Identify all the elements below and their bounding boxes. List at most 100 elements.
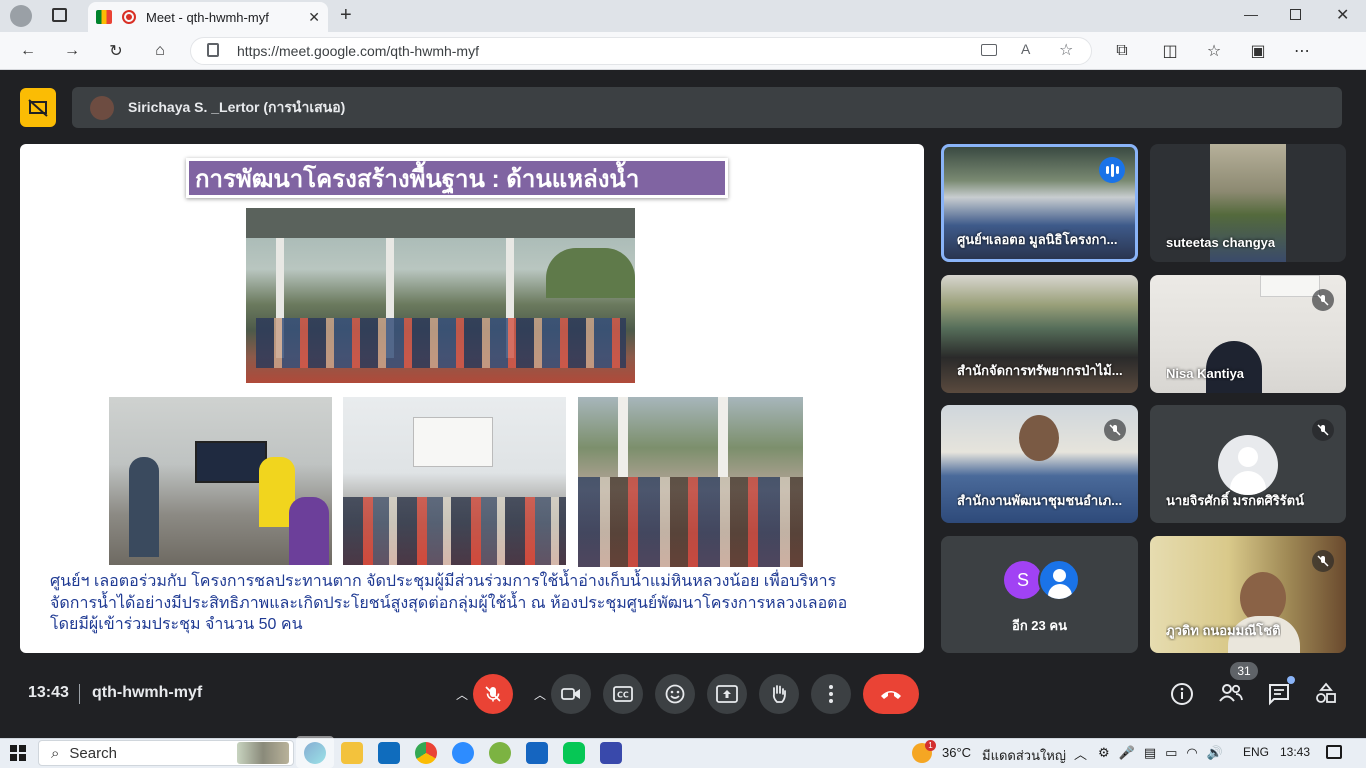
mic-off-icon xyxy=(1312,289,1334,311)
more-participants-tile[interactable]: S อีก 23 คน xyxy=(941,536,1138,653)
slide-photo-outdoor-group xyxy=(578,397,803,567)
minimize-button[interactable]: — xyxy=(1244,6,1258,22)
participant-name: suteetas changya xyxy=(1166,235,1276,250)
presentation-slide: การพัฒนาโครงสร้างพื้นฐาน : ด้านแหล่งน้ำ … xyxy=(20,144,924,653)
taskbar-search-box[interactable]: ⌕ Search xyxy=(38,740,294,766)
slide-photo-group-meeting xyxy=(246,208,635,383)
participant-name: สำนักงานพัฒนาชุมชนอำเภ... xyxy=(957,493,1123,508)
meet-logo-icon xyxy=(96,10,112,24)
mic-off-icon xyxy=(1312,419,1334,441)
participant-name: สำนักจัดการทรัพยากรป่าไม้... xyxy=(957,363,1123,378)
video-options-chevron-up-icon[interactable]: ︿ xyxy=(529,683,551,705)
more-participants-label: อีก 23 คน xyxy=(1012,618,1067,633)
slide-title: การพัฒนาโครงสร้างพื้นฐาน : ด้านแหล่งน้ำ xyxy=(195,165,640,193)
mail-icon[interactable] xyxy=(378,742,400,764)
taskbar-clock[interactable]: 13:43 xyxy=(1280,745,1310,759)
audio-options-chevron-up-icon[interactable]: ︿ xyxy=(451,683,473,705)
language-indicator[interactable]: ENG xyxy=(1243,745,1269,759)
home-icon[interactable]: ⌂ xyxy=(146,37,174,65)
participant-tile[interactable]: ศูนย์ฯเลอตอ มูลนิธิโครงกา... xyxy=(941,144,1138,262)
close-window-button[interactable]: ✕ xyxy=(1336,5,1349,25)
participant-avatar: S xyxy=(1004,561,1042,599)
meeting-info-icon[interactable] xyxy=(1170,682,1194,706)
participant-tile[interactable]: สำนักจัดการทรัพยากรป่าไม้... xyxy=(941,275,1138,393)
caption-line-3: โดยมีผู้เข้าร่วมประชุม จำนวน 50 คน xyxy=(50,616,303,633)
tab-title: Meet - qth-hwmh-myf xyxy=(146,9,269,25)
camera-toggle-button[interactable] xyxy=(551,674,591,714)
extensions-icon[interactable]: ⧉ xyxy=(1108,37,1136,65)
favorites-icon[interactable]: ☆ xyxy=(1200,37,1228,65)
chrome-icon[interactable] xyxy=(415,742,437,764)
mic-off-icon xyxy=(1312,550,1334,572)
back-icon[interactable]: ← xyxy=(14,37,42,65)
reload-icon[interactable]: ↻ xyxy=(102,37,130,65)
people-icon[interactable] xyxy=(1218,682,1244,706)
default-avatar-icon xyxy=(1218,435,1278,495)
tray-chevron-up-icon[interactable]: ︿ xyxy=(1074,744,1087,763)
svg-text:CC: CC xyxy=(617,691,629,700)
collections-icon[interactable]: ▣ xyxy=(1244,37,1272,65)
participant-tile[interactable]: suteetas changya xyxy=(1150,144,1346,262)
participant-name: ภูวดิท ถนอมมณีโชติ xyxy=(1166,623,1281,638)
weather-temp: 36°C xyxy=(942,745,972,760)
chat-icon[interactable] xyxy=(1267,676,1295,706)
presenter-avatar xyxy=(90,95,114,120)
lock-icon xyxy=(207,43,219,57)
meeting-code: qth-hwmh-myf xyxy=(92,684,203,701)
app-icon[interactable] xyxy=(526,742,548,764)
slide-photo-hall-meeting xyxy=(343,397,566,565)
reactions-button[interactable] xyxy=(655,674,695,714)
zoom-icon[interactable] xyxy=(452,742,474,764)
tab-close-icon[interactable]: ✕ xyxy=(308,9,320,26)
stop-presenting-icon[interactable] xyxy=(20,88,56,127)
forward-icon[interactable]: → xyxy=(58,37,86,65)
recording-icon xyxy=(122,10,136,24)
more-menu-icon[interactable]: ⋯ xyxy=(1288,37,1316,65)
more-options-button[interactable] xyxy=(811,674,851,714)
meeting-time: 13:43 xyxy=(28,684,69,701)
url-text: https://meet.google.com/qth-hwmh-myf xyxy=(237,43,479,59)
weather-badge: 1 xyxy=(925,740,936,751)
file-explorer-icon[interactable] xyxy=(341,742,363,764)
people-count-badge: 31 xyxy=(1230,662,1258,680)
read-aloud-icon[interactable]: A xyxy=(1021,41,1030,57)
leave-call-button[interactable] xyxy=(863,674,919,714)
participant-tile[interactable]: ภูวดิท ถนอมมณีโชติ xyxy=(1150,536,1346,653)
notification-icon[interactable] xyxy=(1326,745,1342,759)
captions-button[interactable]: CC xyxy=(603,674,643,714)
tray-icons[interactable]: ⚙🎤▤▭◠🔊 xyxy=(1098,745,1232,761)
taskbar-search-label: Search xyxy=(69,744,117,762)
qgis-icon[interactable] xyxy=(489,742,511,764)
camera-in-use-icon[interactable] xyxy=(981,44,997,56)
split-screen-icon[interactable]: ◫ xyxy=(1156,37,1184,65)
participant-tile[interactable]: นายจิรศักดิ์ มรกตศิริรัตน์ xyxy=(1150,405,1346,523)
profile-icon[interactable] xyxy=(10,5,32,27)
present-screen-button[interactable] xyxy=(707,674,747,714)
mic-toggle-button[interactable] xyxy=(473,674,513,714)
start-icon[interactable] xyxy=(10,745,26,761)
slide-title-box: การพัฒนาโครงสร้างพื้นฐาน : ด้านแหล่งน้ำ xyxy=(186,158,728,198)
default-avatar-icon xyxy=(1038,559,1080,601)
weather-description: มีแดดส่วนใหญ่ xyxy=(982,748,1066,763)
chat-notification-dot xyxy=(1287,676,1295,684)
caption-line-2: จัดการน้ำได้อย่างมีประสิทธิภาพและเกิดประ… xyxy=(50,594,848,612)
activities-icon[interactable] xyxy=(1314,682,1338,706)
address-bar[interactable]: https://meet.google.com/qth-hwmh-myf A ☆ xyxy=(190,37,1092,65)
search-icon: ⌕ xyxy=(51,744,60,762)
caption-line-1: ศูนย์ฯ เลอตอร่วมกับ โครงการชลประทานตาก จ… xyxy=(50,573,837,590)
browser-tab-meet[interactable]: Meet - qth-hwmh-myf ✕ xyxy=(88,2,328,32)
line-icon[interactable] xyxy=(563,742,585,764)
slide-photo-computer-demo xyxy=(109,397,332,565)
app-icon[interactable] xyxy=(600,742,622,764)
search-highlight-image xyxy=(237,742,289,764)
tab-actions-icon[interactable] xyxy=(52,8,67,22)
raise-hand-button[interactable] xyxy=(759,674,799,714)
favorite-star-icon[interactable]: ☆ xyxy=(1059,40,1073,60)
restore-button[interactable] xyxy=(1290,9,1301,20)
mic-off-icon xyxy=(1104,419,1126,441)
participant-name: Nisa Kantiya xyxy=(1166,366,1245,381)
participant-tile[interactable]: Nisa Kantiya xyxy=(1150,275,1346,393)
participant-tile[interactable]: สำนักงานพัฒนาชุมชนอำเภ... xyxy=(941,405,1138,523)
new-tab-button[interactable]: + xyxy=(340,4,352,27)
taskbar-active-indicator xyxy=(296,736,334,768)
